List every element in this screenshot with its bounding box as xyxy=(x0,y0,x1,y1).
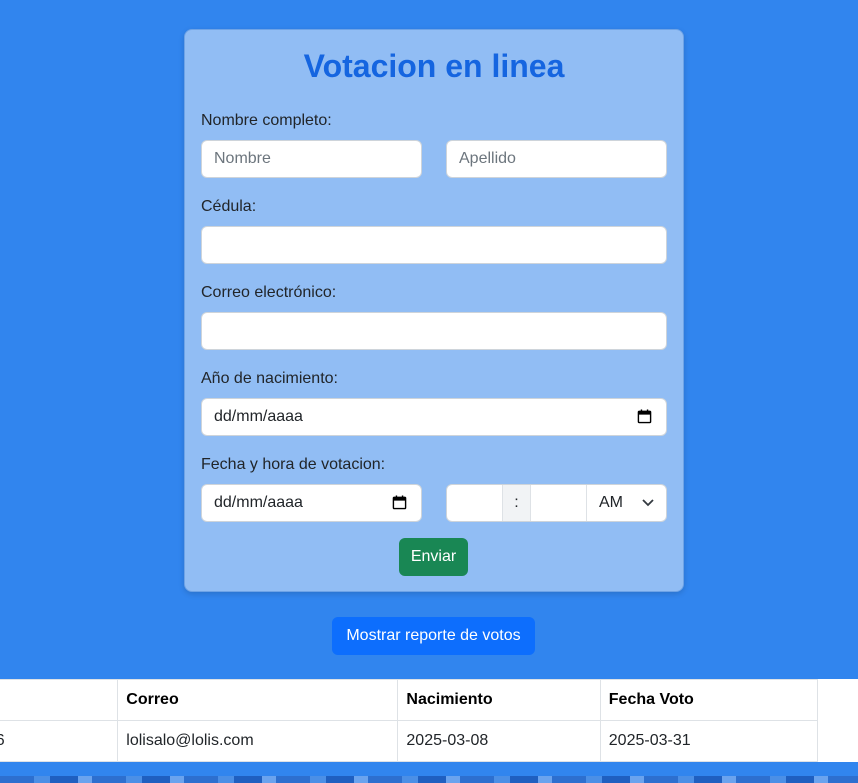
first-name-input[interactable] xyxy=(201,140,422,178)
vote-date-input[interactable]: dd/mm/aaaa xyxy=(201,484,422,522)
hour-input[interactable] xyxy=(447,485,502,521)
voting-form-card: Votacion en linea Nombre completo: Cédul… xyxy=(184,29,684,592)
table-row: 5566 lolisalo@lolis.com 2025-03-08 2025-… xyxy=(0,720,819,762)
table-cell: lolisalo@lolis.com xyxy=(117,720,399,762)
votes-table-container: ula Correo Nacimiento Fecha Voto 5566 lo… xyxy=(0,679,858,762)
votes-table: ula Correo Nacimiento Fecha Voto 5566 lo… xyxy=(0,679,819,762)
table-cell: 2025-03-31 xyxy=(599,720,819,762)
show-report-button[interactable]: Mostrar reporte de votos xyxy=(332,617,535,655)
vote-datetime-label: Fecha y hora de votacion: xyxy=(201,456,386,473)
birth-label: Año de nacimiento: xyxy=(201,370,338,387)
form-title: Votacion en linea xyxy=(303,48,565,84)
column-header: Fecha Voto xyxy=(599,679,819,721)
id-label: Cédula: xyxy=(201,198,257,215)
vote-time-group: : AM xyxy=(446,484,667,522)
column-header: Correo xyxy=(117,679,399,721)
chevron-down-icon xyxy=(642,499,654,507)
ampm-value: AM xyxy=(599,494,623,511)
id-input[interactable] xyxy=(201,226,667,264)
table-cell: 5566 xyxy=(0,720,119,762)
birth-date-input[interactable]: dd/mm/aaaa xyxy=(201,398,667,436)
column-header: Nacimiento xyxy=(397,679,601,721)
vote-date-value: dd/mm/aaaa xyxy=(214,494,303,511)
ampm-select[interactable]: AM xyxy=(586,485,666,521)
submit-button[interactable]: Enviar xyxy=(399,538,468,576)
full-name-label: Nombre completo: xyxy=(201,112,332,129)
birth-date-value: dd/mm/aaaa xyxy=(214,408,303,425)
bottom-strip-gap xyxy=(0,762,858,776)
table-cell: 2025-03-08 xyxy=(397,720,601,762)
table-header-row: ula Correo Nacimiento Fecha Voto xyxy=(0,679,819,721)
last-name-input[interactable] xyxy=(446,140,667,178)
minute-input[interactable] xyxy=(531,485,586,521)
email-input[interactable] xyxy=(201,312,667,350)
calendar-icon[interactable] xyxy=(637,409,652,424)
time-separator: : xyxy=(502,485,531,521)
column-header: ula xyxy=(0,679,119,721)
email-label: Correo electrónico: xyxy=(201,284,337,301)
calendar-icon[interactable] xyxy=(392,495,407,510)
